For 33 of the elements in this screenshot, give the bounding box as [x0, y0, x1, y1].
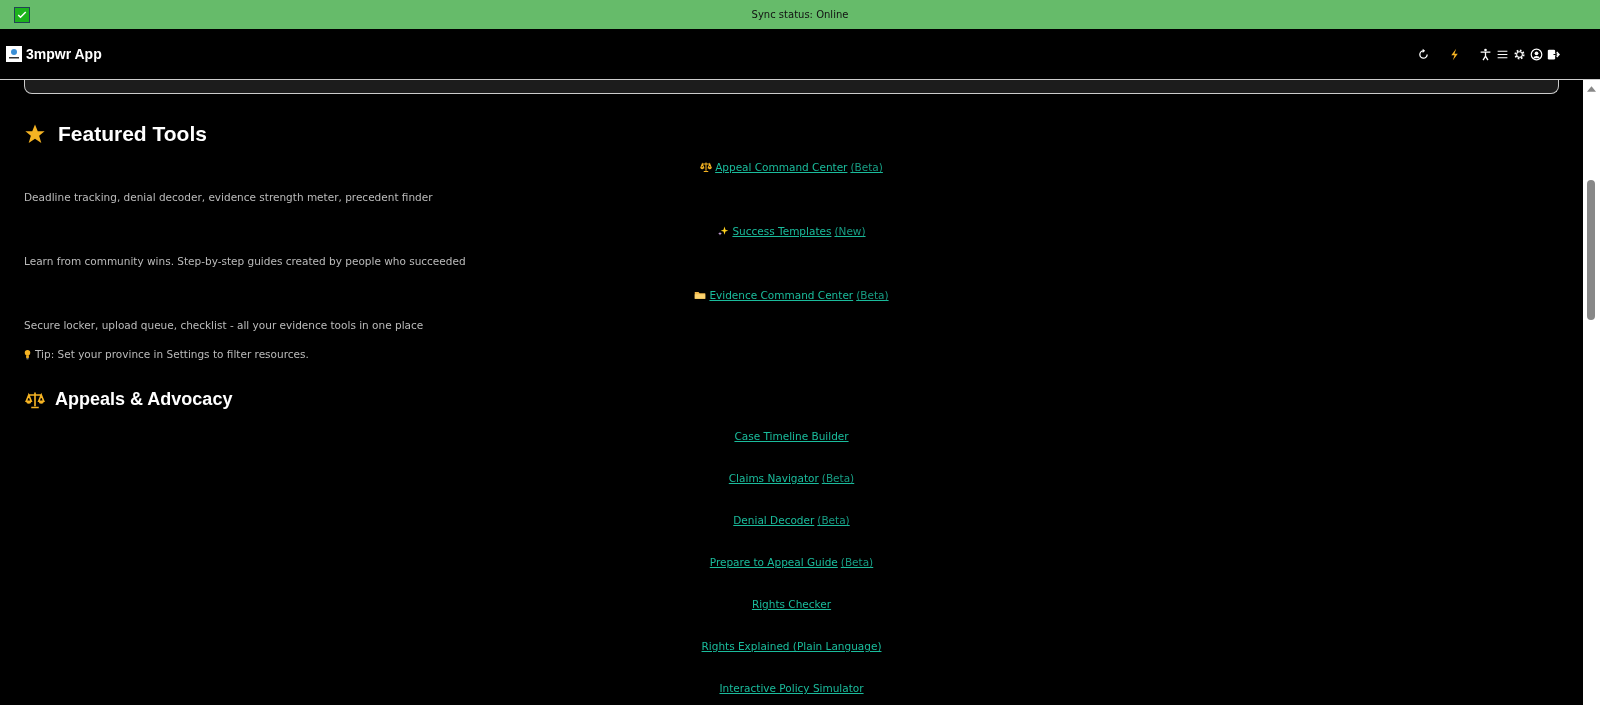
scroll-thumb[interactable] — [1587, 180, 1595, 320]
app-logo-icon — [6, 46, 22, 62]
tool-link[interactable]: Prepare to Appeal Guide (Beta) — [709, 555, 874, 569]
sparkles-icon — [717, 225, 730, 237]
scrollbar[interactable] — [1583, 80, 1600, 705]
star-icon — [24, 123, 46, 145]
scales-icon — [700, 161, 713, 173]
scroll-up-icon[interactable] — [1587, 86, 1596, 92]
tool-link[interactable]: Appeal Command Center (Beta) — [700, 160, 883, 174]
tool-link[interactable]: Success Templates (New) — [717, 224, 866, 238]
profile-icon[interactable] — [1530, 47, 1543, 61]
folder-icon — [694, 289, 707, 301]
section-heading: Appeals & Advocacy — [55, 389, 233, 410]
tool-link[interactable]: Case Timeline Builder — [734, 429, 849, 443]
settings-icon[interactable] — [1513, 47, 1526, 61]
sync-status-text: Sync status: Online — [750, 9, 850, 20]
tool-description: Secure locker, upload queue, checklist - all your evidence tools in one place — [24, 318, 425, 332]
section-heading: Featured Tools — [58, 122, 207, 146]
tool-link[interactable]: Denial Decoder (Beta) — [733, 513, 850, 527]
tool-link[interactable]: Claims Navigator (Beta) — [728, 471, 855, 485]
accessibility-icon[interactable] — [1479, 47, 1492, 61]
tool-description: Deadline tracking, denial decoder, evidence strength meter, precedent finder — [24, 190, 434, 204]
tool-link[interactable]: Interactive Policy Simulator — [719, 681, 864, 695]
tool-link[interactable]: Rights Explained (Plain Language) — [701, 639, 882, 653]
check-icon — [14, 6, 30, 23]
tip-text: Tip: Set your province in Settings to filter resources. — [35, 347, 309, 361]
tool-link[interactable]: Evidence Command Center (Beta) — [694, 288, 889, 302]
lightbulb-icon — [24, 348, 31, 360]
logout-icon[interactable] — [1547, 47, 1560, 61]
app-title: 3mpwr App — [26, 46, 102, 62]
tool-description: Learn from community wins. Step-by-step guides created by people who succeeded — [24, 254, 467, 268]
tool-link[interactable]: Rights Checker — [751, 597, 832, 611]
refresh-icon[interactable] — [1417, 47, 1430, 61]
